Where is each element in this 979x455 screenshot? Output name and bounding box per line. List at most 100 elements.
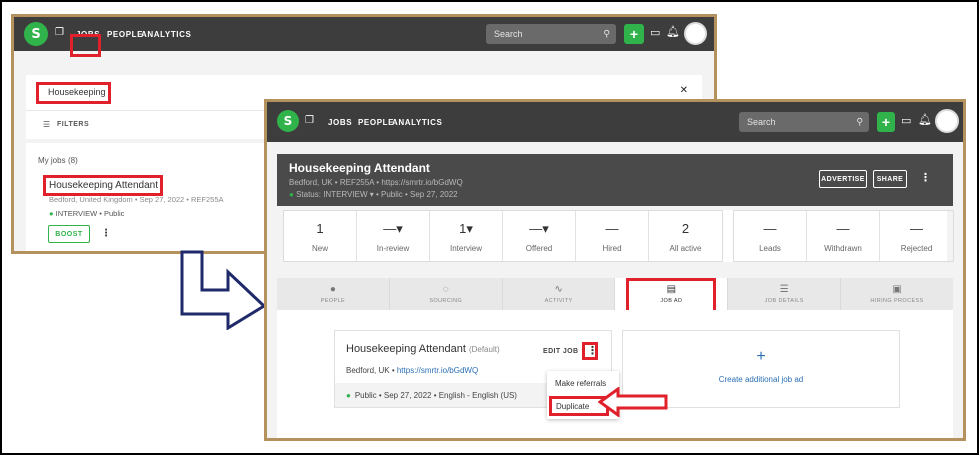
nav-jobs[interactable]: JOBS	[76, 30, 100, 39]
stat-all-active[interactable]: 2 All active	[649, 211, 722, 261]
boost-button[interactable]: BOOST	[48, 225, 90, 243]
stat-hired[interactable]: — Hired	[576, 211, 649, 261]
avatar[interactable]	[684, 22, 707, 45]
sourcing-icon: ◌	[442, 283, 449, 295]
person-icon: ●	[329, 283, 336, 295]
search-icon: ⚲	[603, 28, 610, 39]
job-status-line: ● INTERVIEW • Public	[49, 209, 125, 218]
tab-label: SOURCING	[429, 297, 463, 304]
stat-count: —	[836, 220, 850, 236]
stat-count: —	[763, 220, 777, 236]
job-tabs: ● PEOPLE ◌ SOURCING ∿ ACTIVITY ▤ JOB AD ☰ JOB DET…	[277, 278, 953, 310]
job-search-input[interactable]: Housekeeping	[48, 87, 106, 97]
tab-job-details[interactable]: ☰ JOB DETAILS	[728, 278, 842, 310]
tab-sourcing[interactable]: ◌ SOURCING	[390, 278, 503, 310]
ad-link[interactable]: https://smrtr.io/bGdWQ	[397, 366, 478, 375]
nav-analytics[interactable]: ANALYTICS	[141, 30, 191, 39]
ad-location: Bedford, UK	[346, 366, 390, 375]
stat-in-review[interactable]: —▾ In-review	[357, 211, 430, 261]
kebab-menu-icon[interactable]: ⋮	[101, 229, 111, 239]
bookmark-icon[interactable]: ❐	[305, 116, 314, 126]
inbox-icon[interactable]: ▭	[901, 116, 911, 127]
top-nav-bar: S ❐ JOBS PEOPLE ANALYTICS Search ⚲ + ▭ 🔔…	[267, 102, 963, 142]
app-logo[interactable]: S	[24, 22, 48, 46]
stat-rejected[interactable]: — Rejected	[880, 211, 953, 261]
id-card-icon: ▣	[892, 283, 902, 295]
stat-label: All active	[669, 243, 702, 253]
my-jobs-count: (8)	[68, 156, 78, 165]
stat-count: —▾	[529, 220, 549, 236]
bell-icon[interactable]: 🔔︎	[918, 115, 932, 126]
inbox-icon[interactable]: ▭	[650, 28, 660, 39]
status-dot: ●	[346, 390, 351, 400]
ad-kebab-menu-icon[interactable]: ⋮	[587, 346, 598, 357]
create-ad-label[interactable]: Create additional job ad	[623, 375, 899, 384]
job-ad-area: Housekeeping Attendant (Default) EDIT JO…	[277, 310, 953, 438]
nav-people[interactable]: PEOPLE	[107, 30, 143, 39]
stat-count: —	[605, 220, 619, 236]
kebab-menu-icon[interactable]: ⋮	[920, 173, 931, 184]
job-header: Housekeeping Attendant Bedford, UK • REF…	[277, 154, 953, 206]
global-search-input[interactable]: Search ⚲	[486, 24, 616, 44]
stat-count: —	[910, 220, 923, 236]
stat-label: Rejected	[900, 243, 933, 253]
tab-hiring-process[interactable]: ▣ HIRING PROCESS	[841, 278, 953, 310]
ad-footer-text: Public • Sep 27, 2022 • English - Englis…	[354, 390, 517, 400]
bell-icon[interactable]: 🔔︎	[666, 27, 680, 38]
job-status[interactable]: Status: INTERVIEW ▾ • Public • Sep 27, 2…	[296, 190, 458, 199]
status-dot: ●	[289, 190, 294, 199]
activity-icon: ∿	[554, 283, 563, 295]
job-title: Housekeeping Attendant	[289, 161, 430, 175]
tab-people[interactable]: ● PEOPLE	[277, 278, 390, 310]
stat-withdrawn[interactable]: — Withdrawn	[807, 211, 880, 261]
ad-location-line: Bedford, UK • https://smrtr.io/bGdWQ	[346, 366, 479, 375]
menu-duplicate[interactable]: Duplicate	[556, 402, 589, 411]
nav-people[interactable]: PEOPLE	[358, 118, 394, 127]
ad-title-line: Housekeeping Attendant (Default)	[346, 343, 500, 355]
stat-label: Interview	[449, 243, 482, 253]
pointer-arrow-icon	[598, 387, 668, 417]
ad-title: Housekeeping Attendant	[346, 343, 466, 355]
job-meta: Bedford, United Kingdom • Sep 27, 2022 •…	[49, 195, 224, 204]
job-title-link[interactable]: Housekeeping Attendant	[49, 180, 158, 191]
avatar[interactable]	[935, 109, 959, 133]
top-nav-bar: S ❐ JOBS PEOPLE ANALYTICS Search ⚲ + ▭ 🔔…	[14, 17, 714, 51]
job-status-line: ● Status: INTERVIEW ▾ • Public • Sep 27,…	[289, 190, 458, 199]
tab-activity[interactable]: ∿ ACTIVITY	[503, 278, 616, 310]
pipeline-stage-group: 1 New —▾ In-review 1▾ Interview —▾ Offered — Hire…	[283, 210, 723, 262]
filters-button[interactable]: FILTERS	[57, 121, 89, 128]
job-meta: Bedford, UK • REF255A • https://smrtr.io…	[289, 178, 463, 187]
stat-label: In-review	[376, 243, 410, 253]
advertise-button[interactable]: ADVERTISE	[819, 170, 867, 188]
nav-jobs[interactable]: JOBS	[328, 118, 352, 127]
tab-label: ACTIVITY	[544, 297, 573, 304]
close-icon[interactable]: ✕	[680, 85, 688, 96]
global-search-input[interactable]: Search ⚲	[739, 112, 869, 132]
stat-count: 1	[316, 220, 324, 236]
stat-leads[interactable]: — Leads	[734, 211, 807, 261]
my-jobs-panel: My jobs (8) Housekeeping Attendant Bedfo…	[26, 143, 266, 251]
bookmark-icon[interactable]: ❐	[55, 28, 64, 38]
my-jobs-label: My jobs	[38, 156, 66, 165]
stat-new[interactable]: 1 New	[284, 211, 357, 261]
nav-analytics[interactable]: ANALYTICS	[392, 118, 442, 127]
tab-label: JOB DETAILS	[764, 297, 804, 304]
stat-label: Offered	[525, 243, 553, 253]
job-visibility: Public	[104, 209, 125, 218]
filter-icon[interactable]: ☰	[43, 120, 50, 129]
status-dot: ●	[49, 209, 54, 218]
stat-label: Hired	[602, 243, 622, 253]
add-button[interactable]: +	[877, 112, 895, 132]
share-button[interactable]: SHARE	[873, 170, 907, 188]
tab-label: JOB AD	[660, 297, 683, 304]
plus-icon: +	[756, 348, 766, 365]
app-logo[interactable]: S	[277, 110, 299, 132]
tab-job-ad[interactable]: ▤ JOB AD	[615, 278, 729, 310]
stat-count: 1▾	[459, 220, 473, 236]
stat-interview[interactable]: 1▾ Interview	[430, 211, 503, 261]
stat-offered[interactable]: —▾ Offered	[503, 211, 576, 261]
job-status: INTERVIEW	[55, 209, 98, 218]
stat-count: 2	[681, 220, 690, 236]
add-button[interactable]: +	[624, 24, 644, 44]
edit-job-button[interactable]: EDIT JOB	[543, 348, 578, 355]
